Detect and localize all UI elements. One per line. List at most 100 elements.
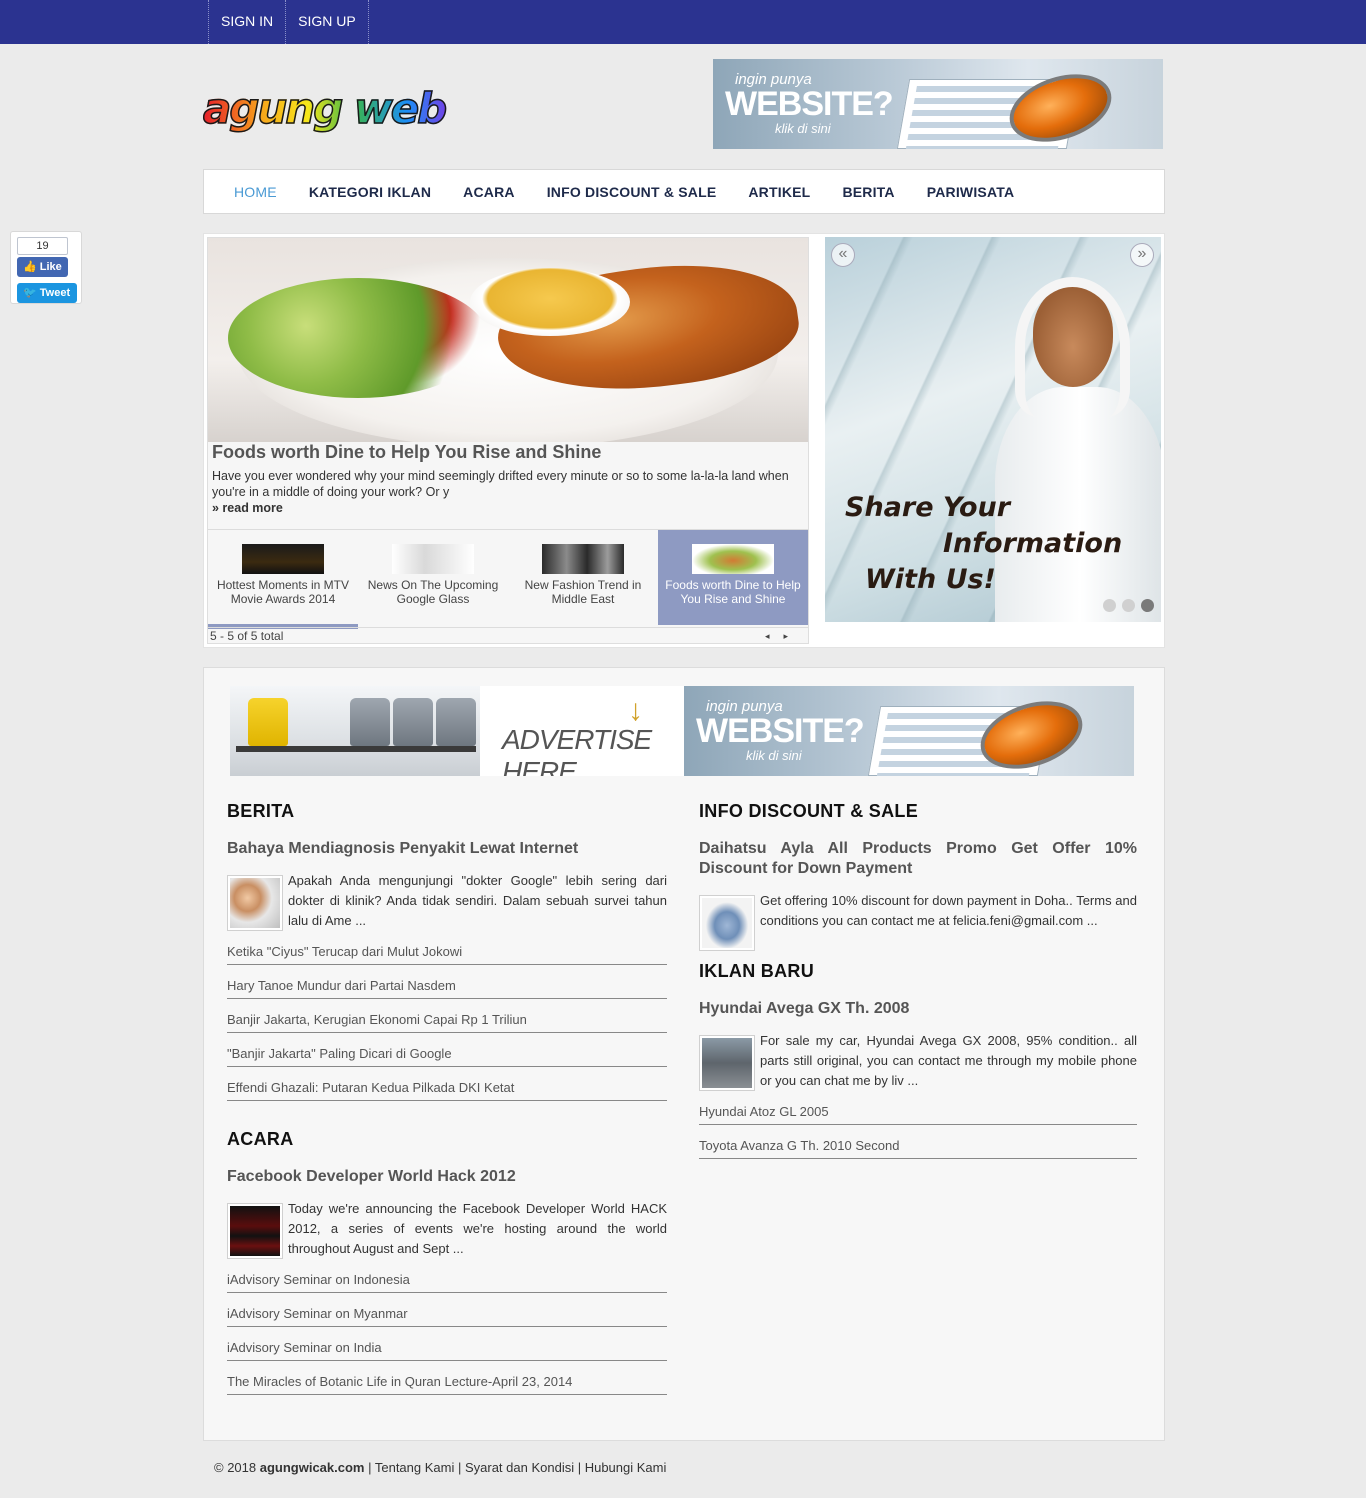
footer-separator: | <box>574 1460 585 1475</box>
acara-link[interactable]: iAdvisory Seminar on Indonesia <box>227 1269 667 1293</box>
acara-link[interactable]: iAdvisory Seminar on Myanmar <box>227 1303 667 1327</box>
like-label: Like <box>39 261 62 273</box>
slider-thumb[interactable]: New Fashion Trend in Middle East <box>508 530 658 625</box>
nav-pariwisata[interactable]: PARIWISATA <box>911 184 1031 200</box>
iklan-top-article: For sale my car, Hyundai Avega GX 2008, … <box>699 1033 1137 1091</box>
berita-link[interactable]: Hary Tanoe Mundur dari Partai Nasdem <box>227 975 667 999</box>
iklan-thumb[interactable] <box>699 1035 755 1091</box>
thumb-caption: Foods worth Dine to Help You Rise and Sh… <box>665 578 801 606</box>
google-glass-thumb <box>392 544 474 574</box>
berita-link[interactable]: "Banjir Jakarta" Paling Dicari di Google <box>227 1043 667 1067</box>
acara-heading: ACARA <box>227 1129 294 1149</box>
promo-dots <box>1103 599 1154 612</box>
banner-sub-text: klik di sini <box>775 121 831 136</box>
facebook-like-button[interactable]: 👍 Like <box>17 257 68 277</box>
featured-slider: Foods worth Dine to Help You Rise and Sh… <box>203 233 1165 648</box>
right-column: INFO DISCOUNT & SALE Daihatsu Ayla All P… <box>699 801 1137 1159</box>
like-count: 19 <box>17 237 68 255</box>
pager-count: 5 - 5 of 5 total <box>210 629 284 643</box>
berita-top-title[interactable]: Bahaya Mendiagnosis Penyakit Lewat Inter… <box>227 839 667 859</box>
logo-text: agung web <box>202 83 503 134</box>
nav-acara[interactable]: ACARA <box>447 184 531 200</box>
thumbs-up-icon: 👍 <box>23 261 37 273</box>
discount-top-text: Get offering 10% discount for down payme… <box>760 893 1137 928</box>
featured-title[interactable]: Foods worth Dine to Help You Rise and Sh… <box>212 442 601 463</box>
iklan-link[interactable]: Hyundai Atoz GL 2005 <box>699 1101 1137 1125</box>
promo-dot[interactable] <box>1103 599 1116 612</box>
social-share-box: 19 👍 Like 🐦 Tweet <box>10 231 82 304</box>
sauce-bowl-shape <box>470 268 630 336</box>
pager-prev-icon[interactable]: ◂ <box>765 631 784 641</box>
acara-thumb[interactable] <box>227 1203 283 1259</box>
featured-food-image[interactable] <box>208 238 808 442</box>
nav-kategori-iklan[interactable]: KATEGORI IKLAN <box>293 184 447 200</box>
mtv-awards-thumb <box>242 544 324 574</box>
fashion-thumb <box>542 544 624 574</box>
nav-berita[interactable]: BERITA <box>826 184 910 200</box>
footer-about-link[interactable]: Tentang Kami <box>375 1460 455 1475</box>
slider-thumb[interactable]: Hottest Moments in MTV Movie Awards 2014 <box>208 530 358 625</box>
food-thumb <box>692 544 774 574</box>
advertise-here-banner[interactable]: ADVERTISE HERE ↓ <box>230 686 684 776</box>
discount-thumb[interactable] <box>699 895 755 951</box>
banner-big-text: WEBSITE? <box>725 85 894 123</box>
sign-in-link[interactable]: SIGN IN <box>208 0 287 44</box>
berita-link[interactable]: Banjir Jakarta, Kerugian Ekonomi Capai R… <box>227 1009 667 1033</box>
promo-slideshow[interactable]: « » Share Your Information With Us! <box>825 237 1161 622</box>
acara-link[interactable]: iAdvisory Seminar on India <box>227 1337 667 1361</box>
auth-links: SIGN IN SIGN UP <box>208 0 369 44</box>
berita-link[interactable]: Effendi Ghazali: Putaran Kedua Pilkada D… <box>227 1077 667 1101</box>
tweet-button[interactable]: 🐦 Tweet <box>17 283 77 303</box>
top-bar: SIGN IN SIGN UP <box>0 0 1366 44</box>
promo-prev-button[interactable]: « <box>831 243 855 267</box>
main-nav: HOME KATEGORI IKLAN ACARA INFO DISCOUNT … <box>203 169 1165 214</box>
nav-artikel[interactable]: ARTIKEL <box>732 184 826 200</box>
iklan-links: Hyundai Atoz GL 2005 Toyota Avanza G Th.… <box>699 1101 1137 1159</box>
berita-thumb[interactable] <box>227 875 283 931</box>
promo-dot[interactable] <box>1122 599 1135 612</box>
site-logo[interactable]: agung web <box>202 83 503 134</box>
slider-pager: 5 - 5 of 5 total ◂▸ <box>208 627 808 645</box>
iklan-top-text: For sale my car, Hyundai Avega GX 2008, … <box>760 1033 1137 1088</box>
footer-separator: | <box>364 1460 375 1475</box>
iklan-top-title[interactable]: Hyundai Avega GX Th. 2008 <box>699 999 1137 1019</box>
thumb-caption: New Fashion Trend in Middle East <box>524 578 642 606</box>
headscarf-shape <box>1015 277 1130 417</box>
website-banner-middle[interactable]: ingin punya WEBSITE? klik di sini <box>684 686 1134 776</box>
salad-shape <box>228 278 488 398</box>
pager-next-icon[interactable]: ▸ <box>783 631 802 641</box>
acara-links: iAdvisory Seminar on Indonesia iAdvisory… <box>227 1269 667 1395</box>
berita-links: Ketika "Ciyus" Terucap dari Mulut Jokowi… <box>227 941 667 1101</box>
slider-thumb-selected[interactable]: Foods worth Dine to Help You Rise and Sh… <box>658 530 808 625</box>
promo-next-button[interactable]: » <box>1130 243 1154 267</box>
promo-dot-active[interactable] <box>1141 599 1154 612</box>
website-banner-top[interactable]: ingin punya WEBSITE? klik di sini <box>713 59 1163 149</box>
featured-article: Foods worth Dine to Help You Rise and Sh… <box>207 237 809 644</box>
berita-link[interactable]: Ketika "Ciyus" Terucap dari Mulut Jokowi <box>227 941 667 965</box>
sign-up-link[interactable]: SIGN UP <box>286 0 369 44</box>
footer-separator: | <box>454 1460 465 1475</box>
content-panel: ADVERTISE HERE ↓ ingin punya WEBSITE? kl… <box>203 667 1165 1441</box>
banner-image: ingin punya WEBSITE? klik di sini <box>684 686 1134 776</box>
banner-big-text: WEBSITE? <box>696 712 865 750</box>
banner-sub-text: klik di sini <box>746 748 802 763</box>
arrow-down-icon: ↓ <box>628 694 643 727</box>
read-more-link[interactable]: » read more <box>212 501 283 515</box>
footer-terms-link[interactable]: Syarat dan Kondisi <box>465 1460 574 1475</box>
discount-top-title[interactable]: Daihatsu Ayla All Products Promo Get Off… <box>699 839 1137 879</box>
left-column: BERITA Bahaya Mendiagnosis Penyakit Lewa… <box>227 801 667 1395</box>
nav-info-discount[interactable]: INFO DISCOUNT & SALE <box>531 184 733 200</box>
grey-seat <box>350 698 390 746</box>
berita-heading: BERITA <box>227 801 295 821</box>
nav-home[interactable]: HOME <box>218 184 293 200</box>
acara-link[interactable]: The Miracles of Botanic Life in Quran Le… <box>227 1371 667 1395</box>
iklan-link[interactable]: Toyota Avanza G Th. 2010 Second <box>699 1135 1137 1159</box>
pager-arrows: ◂▸ <box>765 628 802 644</box>
acara-top-title[interactable]: Facebook Developer World Hack 2012 <box>227 1167 667 1187</box>
robe-shape <box>995 387 1161 622</box>
thumb-caption: News On The Upcoming Google Glass <box>367 578 499 606</box>
slider-thumb[interactable]: News On The Upcoming Google Glass <box>358 530 508 625</box>
footer-contact-link[interactable]: Hubungi Kami <box>585 1460 667 1475</box>
promo-line-2: Information <box>943 528 1123 559</box>
footer-site-link[interactable]: agungwicak.com <box>260 1460 365 1475</box>
